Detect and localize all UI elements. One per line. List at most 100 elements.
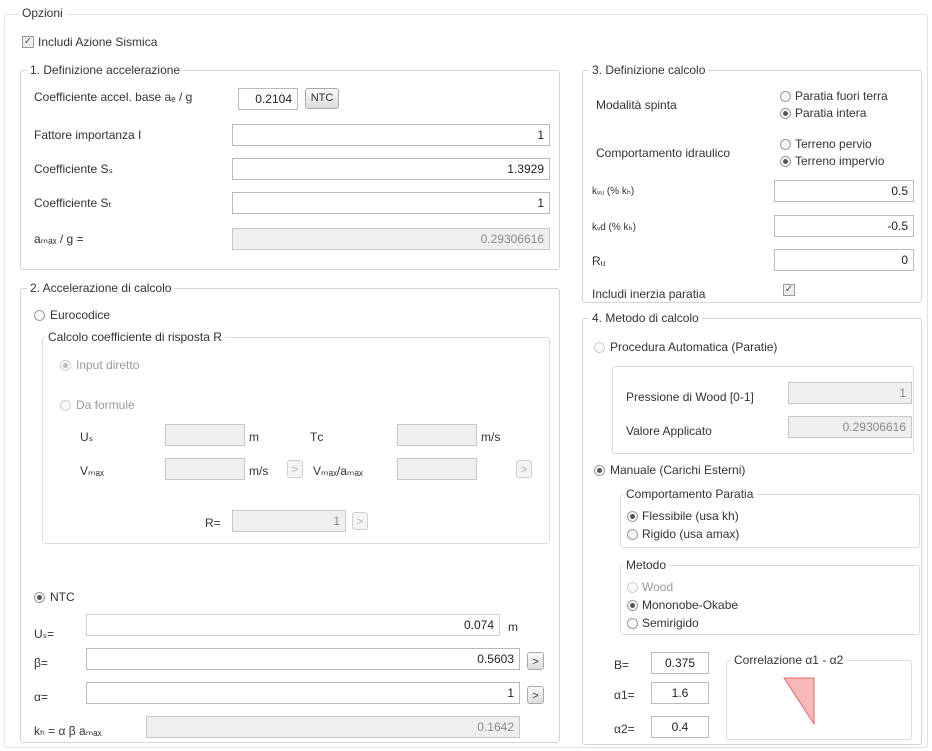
kvu-input[interactable]: 0.5 bbox=[774, 180, 914, 202]
ru-input[interactable]: 0 bbox=[774, 249, 914, 271]
r-readout: 1 bbox=[232, 510, 346, 532]
correlazione-triangle-shape bbox=[783, 677, 815, 726]
paratia-fuori-radio[interactable] bbox=[780, 91, 791, 102]
eurocodice-radio[interactable] bbox=[34, 310, 45, 321]
us-label: Uₛ bbox=[80, 430, 94, 444]
accel-base-label: Coefficiente accel. base aₑ / g bbox=[34, 90, 193, 104]
kh-label: kₕ = α β aₘₐₓ bbox=[34, 724, 102, 738]
beta-input[interactable]: 0.5603 bbox=[86, 648, 520, 670]
alpha-label: α= bbox=[34, 690, 48, 704]
vmax-amax-arrow-button[interactable]: > bbox=[516, 460, 532, 478]
wood-radio[interactable] bbox=[627, 582, 638, 593]
tc-input[interactable] bbox=[397, 424, 477, 446]
manuale-radio[interactable] bbox=[594, 465, 605, 476]
fattore-input[interactable]: 1 bbox=[232, 124, 550, 146]
valore-applicato-readout: 0.29306616 bbox=[788, 416, 912, 438]
include-seismic-checkbox[interactable]: ✓ bbox=[22, 36, 34, 48]
semirigido-label: Semirigido bbox=[642, 616, 699, 630]
vmax-arrow-button[interactable]: > bbox=[287, 460, 303, 478]
tc-label: Tᴄ bbox=[310, 430, 324, 444]
terreno-impervio-radio[interactable] bbox=[780, 156, 791, 167]
paratia-intera-label: Paratia intera bbox=[795, 106, 867, 120]
pressione-wood-input[interactable]: 1 bbox=[788, 382, 912, 404]
b-label: B= bbox=[614, 658, 630, 672]
terreno-pervio-label: Terreno pervio bbox=[795, 137, 872, 151]
kvd-input[interactable]: -0.5 bbox=[774, 215, 914, 237]
a1-label: α1= bbox=[614, 688, 635, 702]
vmax-unit: m/s bbox=[249, 464, 269, 478]
kh-readout: 0.1642 bbox=[146, 716, 520, 738]
terreno-pervio-radio[interactable] bbox=[780, 139, 791, 150]
mononobe-radio[interactable] bbox=[627, 600, 638, 611]
amax-readout: 0.29306616 bbox=[232, 228, 550, 250]
correlazione-title: Correlazione α1 - α2 bbox=[731, 653, 847, 667]
wood-label: Wood bbox=[642, 580, 674, 594]
r-label: R= bbox=[205, 516, 221, 530]
beta-arrow-button[interactable]: > bbox=[527, 652, 544, 670]
kvd-label: kᵥd (% kₕ) bbox=[592, 222, 636, 233]
section-4-title: 4. Metodo di calcolo bbox=[589, 311, 702, 325]
fattore-label: Fattore importanza I bbox=[34, 128, 142, 142]
da-formule-radio[interactable] bbox=[60, 400, 71, 411]
manuale-label: Manuale (Carichi Esterni) bbox=[610, 463, 746, 477]
a1-input[interactable]: 1.6 bbox=[651, 682, 709, 704]
eurocodice-label: Eurocodice bbox=[50, 308, 111, 322]
ntc-label: NTC bbox=[50, 590, 75, 604]
section-1-title: 1. Definizione accelerazione bbox=[27, 63, 184, 77]
st-label: Coefficiente Sₜ bbox=[34, 196, 113, 210]
b-input[interactable]: 0.375 bbox=[651, 652, 709, 674]
flessibile-radio[interactable] bbox=[627, 511, 638, 522]
da-formule-label: Da formule bbox=[76, 398, 135, 412]
alpha-input[interactable]: 1 bbox=[86, 682, 520, 704]
mononobe-label: Mononobe-Okabe bbox=[642, 598, 739, 612]
procedura-auto-label: Procedura Automatica (Paratie) bbox=[610, 340, 778, 354]
idraulico-label: Comportamento idraulico bbox=[596, 146, 731, 160]
input-diretto-radio[interactable] bbox=[60, 360, 71, 371]
inerzia-label: Includi inerzia paratia bbox=[592, 287, 706, 301]
us-eq-input[interactable]: 0.074 bbox=[86, 614, 500, 636]
us-eq-unit: m bbox=[508, 620, 518, 634]
alpha-arrow-button[interactable]: > bbox=[527, 686, 544, 704]
rigido-radio[interactable] bbox=[627, 529, 638, 540]
vmax-amax-input[interactable] bbox=[397, 458, 477, 480]
comportamento-title: Comportamento Paratia bbox=[623, 487, 757, 501]
vmax-amax-label: Vₘₐₓ/aₘₐₓ bbox=[313, 464, 363, 478]
st-input[interactable]: 1 bbox=[232, 192, 550, 214]
ru-label: Rᵤ bbox=[592, 254, 606, 268]
valore-applicato-label: Valore Applicato bbox=[626, 424, 712, 438]
semirigido-radio[interactable] bbox=[627, 618, 638, 629]
paratia-intera-radio[interactable] bbox=[780, 108, 791, 119]
input-diretto-label: Input diretto bbox=[76, 358, 140, 372]
include-seismic-label: Includi Azione Sismica bbox=[38, 35, 158, 49]
options-title: Opzioni bbox=[19, 6, 66, 20]
metodo-title: Metodo bbox=[623, 558, 670, 572]
inerzia-checkbox[interactable]: ✓ bbox=[783, 284, 795, 296]
terreno-impervio-label: Terreno impervio bbox=[795, 154, 885, 168]
rigido-label: Rigido (usa amax) bbox=[642, 527, 740, 541]
r-arrow-button[interactable]: > bbox=[352, 512, 368, 530]
a2-input[interactable]: 0.4 bbox=[651, 716, 709, 738]
accel-base-input[interactable]: 0.2104 bbox=[238, 88, 298, 110]
ss-label: Coefficiente Sₛ bbox=[34, 162, 113, 176]
flessibile-label: Flessibile (usa kh) bbox=[642, 509, 739, 523]
paratia-fuori-label: Paratia fuori terra bbox=[795, 89, 888, 103]
calcolo-r-title: Calcolo coefficiente di risposta R bbox=[45, 330, 225, 344]
us-unit: m bbox=[249, 430, 259, 444]
vmax-label: Vₘₐₓ bbox=[80, 464, 104, 478]
ss-input[interactable]: 1.3929 bbox=[232, 158, 550, 180]
section-3-title: 3. Definizione calcolo bbox=[589, 63, 709, 77]
pressione-wood-label: Pressione di Wood [0-1] bbox=[626, 390, 754, 404]
kvu-label: kᵥᵤ (% kₕ) bbox=[592, 186, 635, 197]
beta-label: β= bbox=[34, 656, 48, 670]
amax-label: aₘₐₓ / g = bbox=[34, 232, 84, 246]
us-input[interactable] bbox=[165, 424, 245, 446]
ntc-button[interactable]: NTC bbox=[305, 88, 339, 109]
ntc-radio[interactable] bbox=[34, 592, 45, 603]
spinta-label: Modalità spinta bbox=[596, 98, 677, 112]
a2-label: α2= bbox=[614, 722, 635, 736]
tc-unit: m/s bbox=[481, 430, 501, 444]
wood-panel bbox=[612, 366, 914, 454]
procedura-auto-radio[interactable] bbox=[594, 342, 605, 353]
vmax-input[interactable] bbox=[165, 458, 245, 480]
section-2-title: 2. Accelerazione di calcolo bbox=[27, 281, 175, 295]
